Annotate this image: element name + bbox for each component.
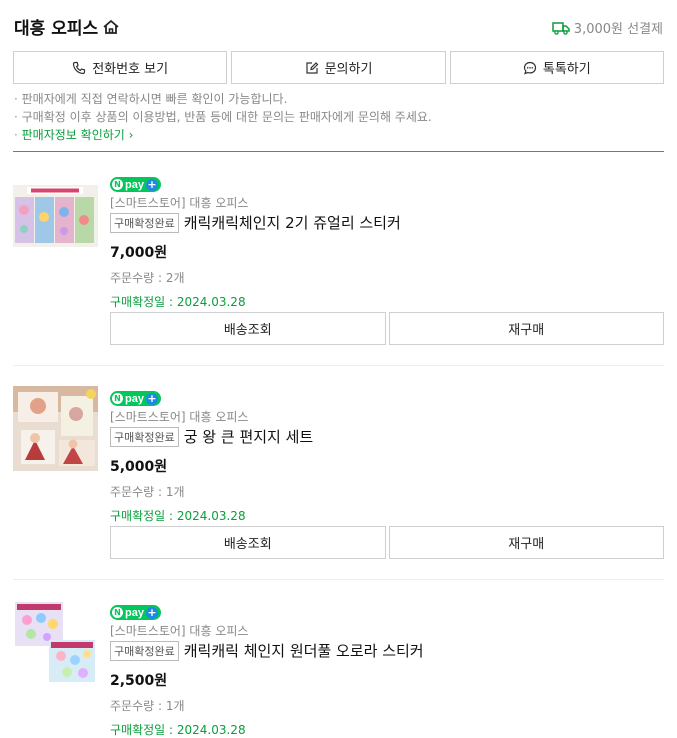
phone-button[interactable]: 전화번호 보기 [13, 51, 228, 84]
order-quantity: 주문수량 : 1개 [110, 485, 185, 499]
seller-label: [스마트스토어] 대흥 오피스 [110, 196, 249, 210]
product-price: 7,000원 [110, 245, 168, 261]
seller-label: [스마트스토어] 대흥 오피스 [110, 624, 249, 638]
order-buttons: 배송조회 재구매 [110, 526, 664, 559]
npay-label: pay [125, 392, 144, 405]
store-header: 대흥 오피스 3,000원 선결제 [14, 14, 663, 42]
order-info: Npay + [스마트스토어] 대흥 오피스 구매확정완료 캐릭캐릭체인지 2기 … [110, 172, 664, 310]
seller-label: [스마트스토어] 대흥 오피스 [110, 410, 249, 424]
order-info: Npay + [스마트스토어] 대흥 오피스 구매확정완료 캐릭캐릭 체인지 원더… [110, 600, 664, 738]
npay-label: pay [125, 178, 144, 191]
order-divider [13, 579, 664, 580]
shipping-text: 3,000원 선결제 [573, 22, 663, 37]
npay-n-logo: N [112, 179, 123, 190]
product-price: 2,500원 [110, 673, 168, 689]
truck-icon [552, 21, 570, 35]
track-delivery-button[interactable]: 배송조회 [110, 526, 386, 559]
rebuy-button[interactable]: 재구매 [388, 526, 664, 559]
aurora-sticker-image [13, 600, 98, 685]
order-info: Npay + [스마트스토어] 대흥 오피스 구매확정완료 궁 왕 큰 편지지 세… [110, 386, 664, 524]
product-thumbnail[interactable] [13, 600, 98, 685]
order-buttons: 배송조회 재구매 [110, 312, 664, 345]
letter-set-image [13, 386, 98, 471]
section-divider [13, 151, 664, 152]
rebuy-button[interactable]: 재구매 [388, 312, 664, 345]
confirm-date: 구매확정일 : 2024.03.28 [110, 295, 246, 309]
npay-label: pay [125, 606, 144, 619]
order-item: Npay + [스마트스토어] 대흥 오피스 구매확정완료 궁 왕 큰 편지지 세… [13, 386, 664, 561]
notice-line-1: · 판매자에게 직접 연락하시면 빠른 확인이 가능합니다. [14, 92, 288, 106]
inquiry-button[interactable]: 문의하기 [231, 51, 446, 84]
edit-icon [305, 61, 318, 74]
product-title-row: 구매확정완료 캐릭캐릭체인지 2기 쥬얼리 스티커 [110, 212, 664, 233]
status-badge: 구매확정완료 [110, 212, 179, 233]
npay-n-logo: N [112, 393, 123, 404]
order-quantity: 주문수량 : 2개 [110, 271, 185, 285]
notice-line-2: · 구매확정 이후 상품의 이용방법, 반품 등에 대한 문의는 판매자에게 문… [14, 110, 432, 124]
product-title-row: 구매확정완료 캐릭캐릭 체인지 원더풀 오로라 스티커 [110, 640, 664, 661]
confirm-date: 구매확정일 : 2024.03.28 [110, 723, 246, 737]
plus-icon: + [145, 178, 158, 191]
status-badge: 구매확정완료 [110, 640, 179, 661]
notice-line-3: · 판매자정보 확인하기 › [14, 128, 134, 142]
phone-icon [73, 61, 86, 74]
home-icon [103, 19, 119, 34]
talktalk-button[interactable]: 톡톡하기 [449, 51, 664, 84]
track-delivery-button[interactable]: 배송조회 [110, 312, 386, 345]
npay-plus-badge: Npay + [110, 605, 161, 620]
store-name: 대흥 오피스 [14, 19, 99, 39]
phone-button-label: 전화번호 보기 [92, 62, 169, 77]
product-thumbnail[interactable] [13, 185, 98, 270]
shipping-info: 3,000원 선결제 [552, 18, 663, 37]
order-quantity: 주문수량 : 1개 [110, 699, 185, 713]
chevron-right-icon: › [124, 128, 134, 142]
inquiry-button-label: 문의하기 [324, 62, 373, 77]
product-name[interactable]: 캐릭캐릭체인지 2기 쥬얼리 스티커 [184, 212, 401, 233]
confirm-date: 구매확정일 : 2024.03.28 [110, 509, 246, 523]
order-divider [13, 365, 664, 366]
chat-icon [523, 61, 536, 74]
product-name[interactable]: 궁 왕 큰 편지지 세트 [184, 426, 313, 447]
plus-icon: + [145, 392, 158, 405]
status-badge: 구매확정완료 [110, 426, 179, 447]
order-item: Npay + [스마트스토어] 대흥 오피스 구매확정완료 캐릭캐릭체인지 2기 … [13, 172, 664, 347]
seller-notice: · 판매자에게 직접 연락하시면 빠른 확인이 가능합니다. · 구매확정 이후… [14, 90, 663, 144]
npay-plus-badge: Npay + [110, 391, 161, 406]
sticker-pack-image [13, 185, 98, 247]
npay-plus-badge: Npay + [110, 177, 161, 192]
npay-n-logo: N [112, 607, 123, 618]
seller-actions: 전화번호 보기 문의하기 톡톡하기 [13, 51, 664, 84]
talktalk-button-label: 톡톡하기 [542, 62, 591, 77]
product-thumbnail[interactable] [13, 386, 98, 471]
store-title[interactable]: 대흥 오피스 [14, 14, 120, 39]
product-title-row: 구매확정완료 궁 왕 큰 편지지 세트 [110, 426, 664, 447]
product-price: 5,000원 [110, 459, 168, 475]
seller-info-link[interactable]: 판매자정보 확인하기 [22, 128, 125, 142]
plus-icon: + [145, 606, 158, 619]
product-name[interactable]: 캐릭캐릭 체인지 원더풀 오로라 스티커 [184, 640, 424, 661]
order-item: Npay + [스마트스토어] 대흥 오피스 구매확정완료 캐릭캐릭 체인지 원더… [13, 600, 664, 738]
